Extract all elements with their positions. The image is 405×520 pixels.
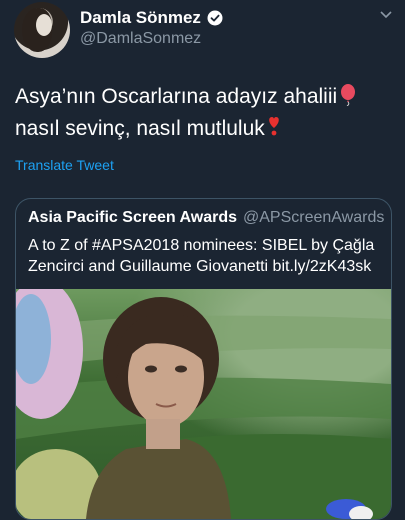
tweet-line-2: nasıl sevinç, nasıl mutluluk <box>15 117 265 140</box>
quoted-media-image[interactable] <box>16 279 391 519</box>
quoted-handle: @APScreenAwards <box>243 209 385 226</box>
quoted-line-2: Zencirci and Guillaume Giovanetti bit.ly… <box>28 258 372 275</box>
heart-exclamation-emoji <box>267 116 281 146</box>
verified-badge-icon <box>207 10 223 26</box>
quoted-tweet-text: A to Z of #APSA2018 nominees: SIBEL by Ç… <box>28 235 383 277</box>
photo-illustration <box>16 279 391 519</box>
translate-tweet-link[interactable]: Translate Tweet <box>15 157 114 173</box>
avatar-face <box>36 14 52 36</box>
quoted-tweet-header: Asia Pacific Screen Awards @APScreenAwar… <box>28 209 384 227</box>
balloon-emoji <box>339 84 357 114</box>
display-name[interactable]: Damla Sönmez <box>80 8 201 28</box>
tweet-line-1: Asya’nın Oscarlarına adayız ahaliii <box>15 85 338 108</box>
tweet-text: Asya’nın Oscarlarına adayız ahaliii nası… <box>15 82 395 146</box>
user-handle[interactable]: @DamlaSonmez <box>80 30 201 48</box>
name-row: Damla Sönmez <box>80 8 223 28</box>
avatar[interactable] <box>14 2 70 58</box>
quoted-line-1: A to Z of #APSA2018 nominees: SIBEL by Ç… <box>28 237 375 254</box>
chevron-down-icon[interactable] <box>379 8 393 27</box>
quoted-display-name: Asia Pacific Screen Awards <box>28 209 237 226</box>
quoted-tweet-card[interactable]: Asia Pacific Screen Awards @APScreenAwar… <box>15 198 392 520</box>
